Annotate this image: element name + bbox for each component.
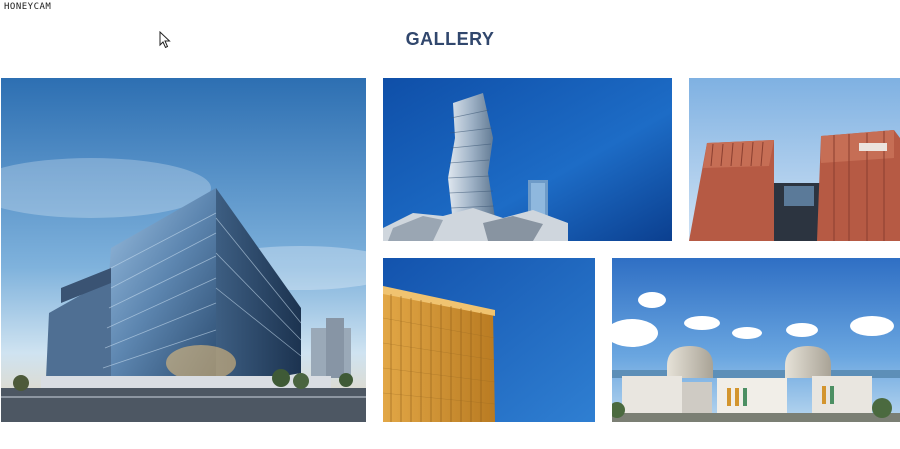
- office-complex-image: [1, 78, 366, 422]
- gallery-image-power-plant[interactable]: [612, 258, 900, 422]
- gallery-image-twisted-tower[interactable]: [383, 78, 672, 241]
- gallery-image-office-complex[interactable]: [1, 78, 366, 422]
- twisted-tower-image: [383, 78, 672, 241]
- orange-facade-image: [383, 258, 595, 422]
- gallery-title: GALLERY: [405, 29, 495, 49]
- brick-buildings-image: [689, 78, 900, 241]
- gallery-image-orange-facade[interactable]: [383, 258, 595, 422]
- watermark: HONEYCAM: [2, 2, 54, 12]
- power-plant-image: [612, 258, 900, 422]
- gallery-page: HONEYCAM GALLERY: [0, 0, 900, 449]
- gallery-image-brick-buildings[interactable]: [689, 78, 900, 241]
